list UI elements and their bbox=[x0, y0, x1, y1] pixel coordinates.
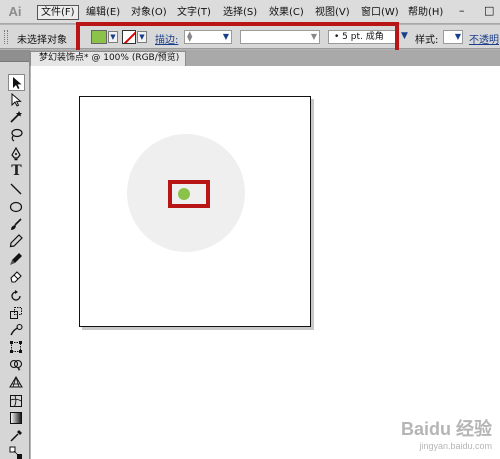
brush-definition-select[interactable]: • 5 pt. 成角 bbox=[328, 30, 396, 44]
scale-tool-icon[interactable] bbox=[8, 305, 25, 322]
menu-effect[interactable]: 效果(C) bbox=[266, 5, 307, 20]
document-tab[interactable]: 梦幻装饰点* @ 100% (RGB/预览) bbox=[30, 51, 187, 66]
stroke-dropdown-button[interactable]: ▼ bbox=[137, 31, 147, 43]
menu-edit[interactable]: 编辑(E) bbox=[83, 5, 123, 20]
graphic-style-select[interactable]: ▼ bbox=[443, 30, 463, 44]
stroke-none-swatch[interactable] bbox=[122, 30, 136, 44]
menu-select[interactable]: 选择(S) bbox=[220, 5, 260, 20]
watermark-logo-text: Baidu 经验 bbox=[400, 419, 492, 439]
tools-panel: T bbox=[0, 50, 30, 459]
control-bar: 未选择对象 ▼ ▼ 描边: ▲ ▼ ▼ ▼ • 5 pt. 成角 ▼ 样式: ▼ … bbox=[0, 25, 500, 49]
stroke-panel-link[interactable]: 描边: bbox=[155, 31, 178, 46]
perspective-grid-tool-icon[interactable] bbox=[8, 374, 25, 391]
paintbrush-tool-icon[interactable] bbox=[8, 216, 25, 233]
rotate-tool-icon[interactable] bbox=[8, 288, 25, 305]
panel-grip[interactable] bbox=[4, 30, 8, 44]
ellipse-tool-icon[interactable] bbox=[8, 199, 25, 216]
menu-view[interactable]: 视图(V) bbox=[312, 5, 353, 20]
document-tabs: 梦幻装饰点* @ 100% (RGB/预览) bbox=[30, 50, 500, 66]
style-label: 样式: bbox=[415, 35, 439, 46]
blend-tool-icon[interactable] bbox=[8, 445, 25, 459]
menu-bar: Ai 文件(F) 编辑(E) 对象(O) 文字(T) 选择(S) 效果(C) 视… bbox=[0, 0, 500, 24]
document-canvas[interactable]: Baidu 经验 jingyan.baidu.com bbox=[31, 66, 500, 459]
chevron-down-icon: ▼ bbox=[454, 32, 461, 41]
magic-wand-tool-icon[interactable] bbox=[8, 109, 25, 126]
direct-selection-tool-icon[interactable] bbox=[8, 92, 25, 109]
warp-tool-icon[interactable] bbox=[8, 322, 25, 339]
menu-object[interactable]: 对象(O) bbox=[128, 5, 170, 20]
blob-brush-tool-icon[interactable] bbox=[8, 251, 25, 268]
artboard[interactable] bbox=[79, 96, 311, 327]
stroke-weight-input[interactable]: ▲ ▼ ▼ bbox=[184, 30, 232, 44]
restore-button[interactable]: □ bbox=[484, 5, 494, 17]
fill-dropdown-button[interactable]: ▼ bbox=[108, 31, 118, 43]
line-segment-tool-icon[interactable] bbox=[8, 181, 25, 198]
menu-window[interactable]: 窗口(W) bbox=[358, 5, 402, 20]
variable-width-profile-select[interactable]: ▼ bbox=[240, 30, 320, 44]
chevron-down-icon: ▼ bbox=[310, 32, 317, 41]
menu-file[interactable]: 文件(F) bbox=[37, 5, 79, 20]
fill-color-swatch[interactable] bbox=[91, 30, 107, 44]
tools-panel-header[interactable] bbox=[0, 50, 29, 62]
annotation-highlight-box bbox=[168, 180, 210, 208]
lasso-tool-icon[interactable] bbox=[8, 127, 25, 144]
chevron-down-icon[interactable]: ▼ bbox=[223, 32, 229, 41]
watermark-url: jingyan.baidu.com bbox=[419, 441, 492, 451]
weight-spinner-icon[interactable]: ▲ ▼ bbox=[187, 31, 192, 43]
eraser-tool-icon[interactable] bbox=[8, 268, 25, 285]
free-transform-tool-icon[interactable] bbox=[8, 339, 25, 356]
shape-builder-tool-icon[interactable] bbox=[8, 357, 25, 374]
pencil-tool-icon[interactable] bbox=[8, 233, 25, 250]
menu-help[interactable]: 帮助(H) bbox=[405, 5, 446, 20]
selection-tool-icon[interactable] bbox=[8, 74, 25, 91]
type-tool-icon[interactable]: T bbox=[8, 163, 25, 180]
gradient-tool-icon[interactable] bbox=[8, 410, 25, 427]
minimize-button[interactable]: – bbox=[459, 5, 465, 17]
menu-type[interactable]: 文字(T) bbox=[174, 5, 214, 20]
opacity-panel-link[interactable]: 不透明 bbox=[469, 31, 499, 46]
brush-dropdown-icon[interactable]: ▼ bbox=[401, 31, 408, 41]
selection-status: 未选择对象 bbox=[17, 35, 67, 46]
baidu-watermark: Baidu 经验 jingyan.baidu.com bbox=[401, 415, 492, 451]
pen-tool-icon[interactable] bbox=[8, 146, 25, 163]
eyedropper-tool-icon[interactable] bbox=[8, 428, 25, 445]
mesh-tool-icon[interactable] bbox=[8, 393, 25, 410]
app-logo: Ai bbox=[8, 4, 22, 19]
